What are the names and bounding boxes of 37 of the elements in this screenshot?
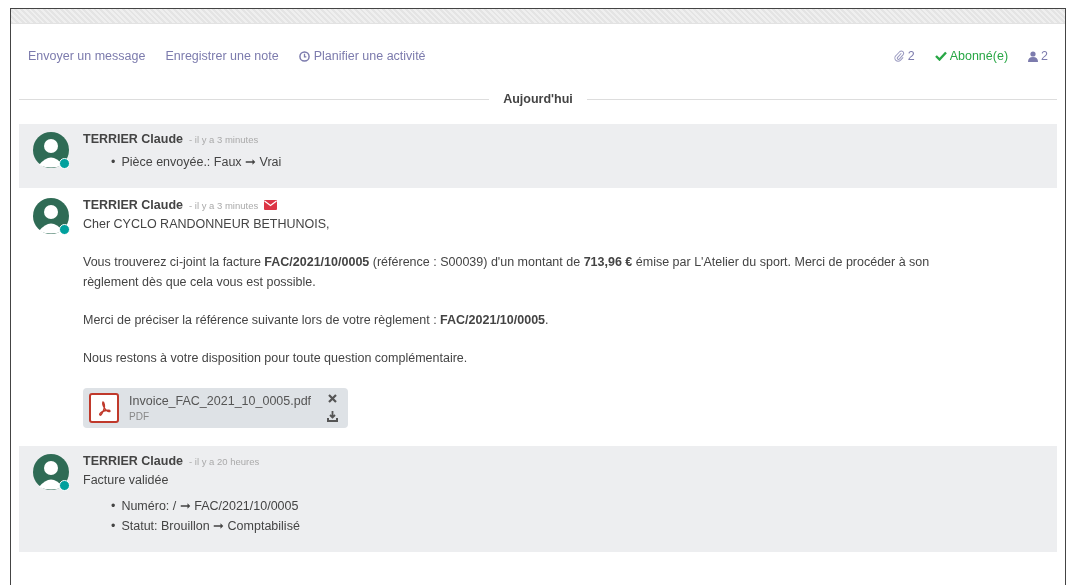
author-name[interactable]: TERRIER Claude <box>83 198 183 212</box>
attachment-card[interactable]: Invoice_FAC_2021_10_0005.pdf PDF <box>83 388 349 428</box>
attachment-type: PDF <box>129 411 150 422</box>
online-status-dot <box>59 480 70 491</box>
toolbar-link[interactable]: Envoyer un message <box>28 49 146 63</box>
close-icon[interactable] <box>328 394 338 403</box>
followers-count[interactable]: 2 <box>1028 49 1048 63</box>
list-bullet: • <box>111 518 116 535</box>
list-bullet: • <box>111 498 116 515</box>
tracking-change: Pièce envoyée.: Faux ➞ Vrai <box>121 154 282 171</box>
avatar-icon <box>33 454 69 490</box>
message-text: Vous trouverez ci-joint la facture FAC/2021/10/0005 (référence : S00039) d'un montant de 713,96 € émise par L'Atelier du sport. Merci de procéder à son règlement dès que cela vous est possible. <box>83 254 931 291</box>
paperclip-icon <box>893 50 905 62</box>
tracking-change: Numéro: / ➞ FAC/2021/10/0005 <box>121 498 299 515</box>
online-status-dot <box>59 224 70 235</box>
pdf-icon <box>89 393 119 423</box>
attachment-name: Invoice_FAC_2021_10_0005.pdf <box>129 394 312 408</box>
date-separator: Aujourd'hui <box>503 92 573 106</box>
clock-icon <box>298 50 310 62</box>
toolbar-link[interactable]: Planifier une activité <box>298 49 426 63</box>
attachments-count[interactable]: 2 <box>893 49 915 63</box>
author-name[interactable]: TERRIER Claude <box>83 132 183 146</box>
message-text: Facture validée <box>83 472 170 489</box>
follow-toggle[interactable]: Abonné(e) <box>934 49 1009 63</box>
tracking-change: Statut: Brouillon ➞ Comptabilisé <box>121 518 300 535</box>
message-text: Nous restons à votre disposition pour toute question complémentaire. <box>83 350 469 367</box>
user-icon <box>1028 50 1039 62</box>
avatar-icon <box>33 132 69 168</box>
list-bullet: • <box>111 154 116 171</box>
download-icon[interactable] <box>327 411 339 422</box>
online-status-dot <box>59 158 70 169</box>
toolbar-link[interactable]: Enregistrer une note <box>165 49 279 63</box>
message-text: Cher CYCLO RANDONNEUR BETHUNOIS, <box>83 216 331 233</box>
avatar-icon <box>33 198 69 234</box>
author-name[interactable]: TERRIER Claude <box>83 454 183 468</box>
check-icon <box>934 51 947 61</box>
message-text: Merci de préciser la référence suivante lors de votre règlement : FAC/2021/10/0005. <box>83 312 550 329</box>
